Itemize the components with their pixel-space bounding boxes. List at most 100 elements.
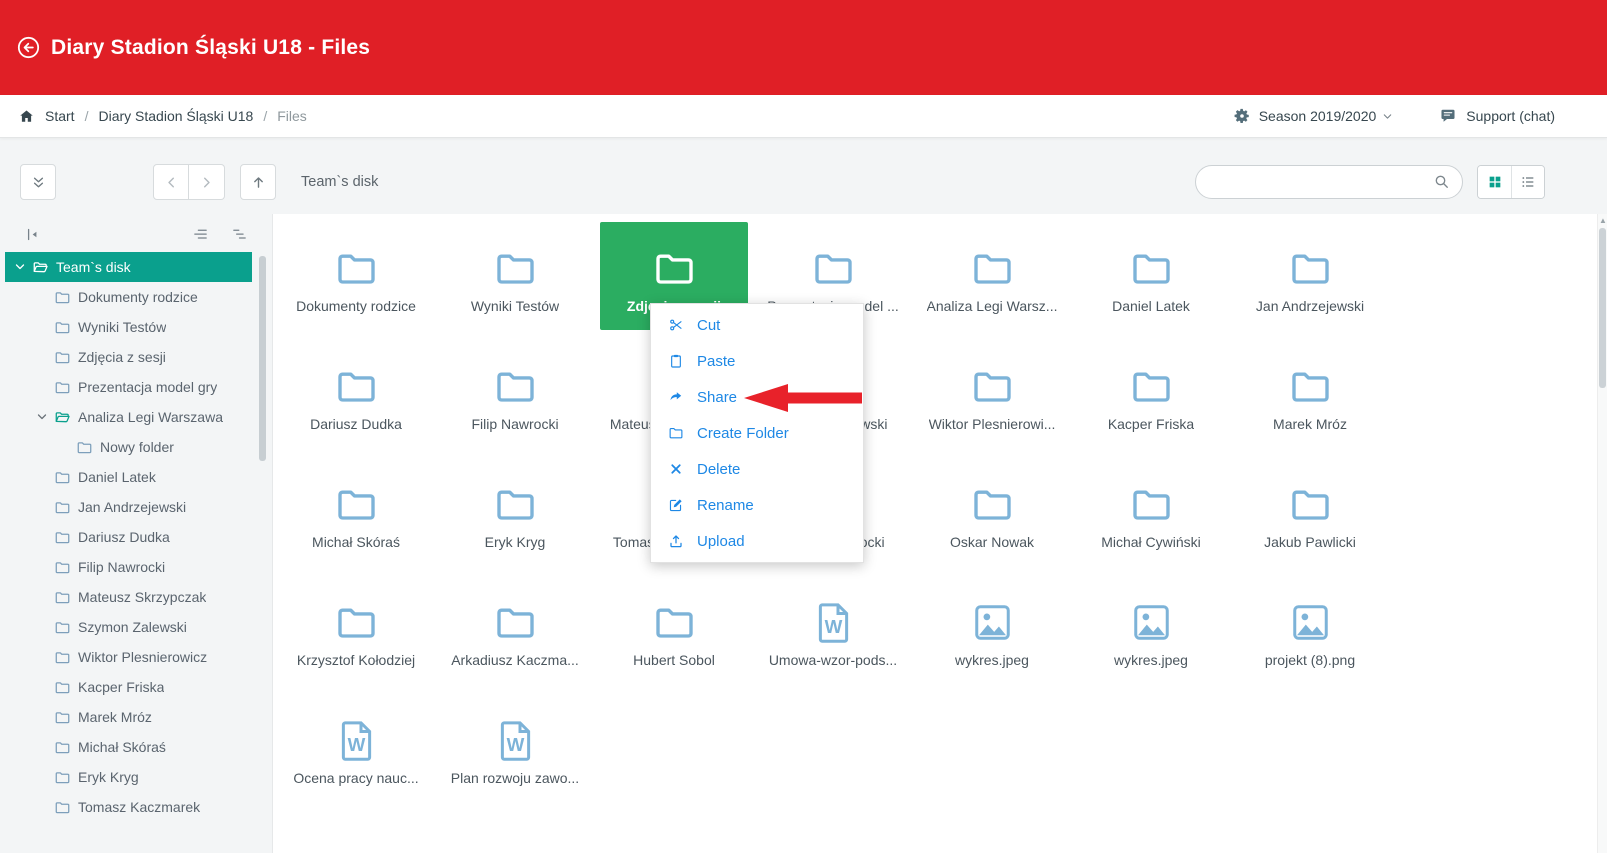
folder-tile-oskar-nowak[interactable]: Oskar Nowak: [918, 458, 1066, 566]
search-input[interactable]: [1195, 165, 1463, 199]
expand-toolbar-button[interactable]: [20, 164, 56, 200]
tile-label: projekt (8).png: [1265, 652, 1355, 668]
context-menu-item-paste[interactable]: Paste: [651, 343, 863, 379]
word-document-icon: W: [811, 593, 856, 645]
chevron-down-icon[interactable]: [14, 261, 32, 273]
chevron-down-icon[interactable]: [36, 411, 54, 423]
folder-tile-filip-nawrocki[interactable]: Filip Nawrocki: [441, 340, 589, 448]
tree-item-tomasz-kaczmarek[interactable]: Tomasz Kaczmarek: [5, 792, 252, 822]
grid-view-button[interactable]: [1478, 166, 1511, 198]
image-file-icon: [1288, 593, 1333, 645]
folder-tile-arkadiusz-kaczma[interactable]: Arkadiusz Kaczma...: [441, 576, 589, 684]
up-directory-button[interactable]: [240, 164, 276, 200]
forward-button[interactable]: [189, 164, 225, 200]
folder-tile-daniel-latek[interactable]: Daniel Latek: [1077, 222, 1225, 330]
context-menu-item-rename[interactable]: Rename: [651, 487, 863, 523]
menu-item-label: Create Folder: [697, 425, 789, 442]
file-tile-wykres-jpeg[interactable]: wykres.jpeg: [918, 576, 1066, 684]
folder-tile-hubert-sobol[interactable]: Hubert Sobol: [600, 576, 748, 684]
tree-item-jan-andrzejewski[interactable]: Jan Andrzejewski: [5, 492, 252, 522]
folder-tile-micha-cywi-ski[interactable]: Michał Cywiński: [1077, 458, 1225, 566]
context-menu: Cut Paste Share Create Folder Delete Rename Up…: [650, 303, 864, 563]
tree-item-analiza-legi-warszawa[interactable]: Analiza Legi Warszawa: [5, 402, 252, 432]
tree-item-eryk-kryg[interactable]: Eryk Kryg: [5, 762, 252, 792]
tree-item-label: Dokumenty rodzice: [78, 289, 198, 305]
main-scrollbar-thumb[interactable]: [1599, 228, 1606, 388]
tree-item-filip-nawrocki[interactable]: Filip Nawrocki: [5, 552, 252, 582]
folder-tile-analiza-legi-warsz[interactable]: Analiza Legi Warsz...: [918, 222, 1066, 330]
folder-tile-wiktor-plesnierowi[interactable]: Wiktor Plesnierowi...: [918, 340, 1066, 448]
breadcrumb-start[interactable]: Start: [45, 108, 75, 124]
file-grid: Dokumenty rodziceWyniki TestówZdjęcia z …: [273, 214, 1607, 802]
file-tile-umowa-wzor-pods[interactable]: WUmowa-wzor-pods...: [759, 576, 907, 684]
breadcrumb-team[interactable]: Diary Stadion Śląski U18: [98, 108, 253, 124]
folder-tile-eryk-kryg[interactable]: Eryk Kryg: [441, 458, 589, 566]
tree-item-marek-mr-z[interactable]: Marek Mróz: [5, 702, 252, 732]
tile-label: Dokumenty rodzice: [296, 298, 416, 314]
folder-tile-jakub-pawlicki[interactable]: Jakub Pawlicki: [1236, 458, 1384, 566]
support-link[interactable]: Support (chat): [1466, 108, 1555, 124]
folder-icon: [1129, 475, 1174, 527]
season-selector[interactable]: Season 2019/2020: [1259, 108, 1377, 124]
chat-icon[interactable]: [1439, 107, 1457, 125]
home-icon[interactable]: [18, 108, 35, 125]
tree-item-dariusz-dudka[interactable]: Dariusz Dudka: [5, 522, 252, 552]
folder-tile-micha-sk-ra[interactable]: Michał Skóraś: [282, 458, 430, 566]
folder-icon: [1288, 357, 1333, 409]
folder-tile-dokumenty-rodzice[interactable]: Dokumenty rodzice: [282, 222, 430, 330]
tree-item-wiktor-plesnierowicz[interactable]: Wiktor Plesnierowicz: [5, 642, 252, 672]
file-tile-plan-rozwoju-zawo[interactable]: WPlan rozwoju zawo...: [441, 694, 589, 802]
back-button[interactable]: [153, 164, 189, 200]
context-menu-item-create-folder[interactable]: Create Folder: [651, 415, 863, 451]
tree-item-szymon-zalewski[interactable]: Szymon Zalewski: [5, 612, 252, 642]
menu-item-label: Upload: [697, 533, 745, 550]
menu-item-label: Delete: [697, 461, 740, 478]
gear-icon[interactable]: [1233, 107, 1251, 125]
folder-tile-marek-mr-z[interactable]: Marek Mróz: [1236, 340, 1384, 448]
scrollbar-up-arrow[interactable]: ▲: [1599, 217, 1606, 225]
file-tile-ocena-pracy-nauc[interactable]: WOcena pracy nauc...: [282, 694, 430, 802]
context-menu-item-share[interactable]: Share: [651, 379, 863, 415]
tree-expand-all-icon[interactable]: [231, 226, 248, 243]
tile-label: Daniel Latek: [1112, 298, 1190, 314]
folder-icon: [54, 379, 78, 396]
tree-item-dokumenty-rodzice[interactable]: Dokumenty rodzice: [5, 282, 252, 312]
folder-tile-kacper-friska[interactable]: Kacper Friska: [1077, 340, 1225, 448]
folder-tree: Team`s disk Dokumenty rodzice Wyniki Testó…: [0, 250, 272, 822]
folder-icon: [811, 239, 856, 291]
folder-icon: [54, 289, 78, 306]
list-view-button[interactable]: [1511, 166, 1544, 198]
tree-item-micha-sk-ra[interactable]: Michał Skóraś: [5, 732, 252, 762]
folder-tile-dariusz-dudka[interactable]: Dariusz Dudka: [282, 340, 430, 448]
chevron-down-icon[interactable]: [1382, 111, 1393, 122]
search-icon[interactable]: [1433, 173, 1451, 191]
context-menu-item-upload[interactable]: Upload: [651, 523, 863, 559]
sidebar-scrollbar[interactable]: [259, 256, 266, 816]
menu-item-label: Paste: [697, 353, 735, 370]
context-menu-item-cut[interactable]: Cut: [651, 307, 863, 343]
page-title: Diary Stadion Śląski U18 - Files: [51, 36, 370, 60]
tree-item-kacper-friska[interactable]: Kacper Friska: [5, 672, 252, 702]
main-scrollbar[interactable]: ▲: [1597, 214, 1607, 853]
file-tile-projekt-8-png[interactable]: projekt (8).png: [1236, 576, 1384, 684]
tree-item-prezentacja-model-gry[interactable]: Prezentacja model gry: [5, 372, 252, 402]
tree-item-daniel-latek[interactable]: Daniel Latek: [5, 462, 252, 492]
collapse-sidebar-icon[interactable]: [24, 226, 41, 243]
tree-item-nowy-folder[interactable]: Nowy folder: [5, 432, 252, 462]
back-circle-icon[interactable]: [16, 35, 41, 60]
file-tile-wykres-jpeg[interactable]: wykres.jpeg: [1077, 576, 1225, 684]
tree-collapse-all-icon[interactable]: [192, 226, 209, 243]
folder-tile-wyniki-test-w[interactable]: Wyniki Testów: [441, 222, 589, 330]
folder-tile-jan-andrzejewski[interactable]: Jan Andrzejewski: [1236, 222, 1384, 330]
tile-label: Oskar Nowak: [950, 534, 1034, 550]
tree-item-mateusz-skrzypczak[interactable]: Mateusz Skrzypczak: [5, 582, 252, 612]
folder-tile-krzysztof-ko-odziej[interactable]: Krzysztof Kołodziej: [282, 576, 430, 684]
sidebar-scrollbar-thumb[interactable]: [259, 256, 266, 461]
tree-item-wyniki-test-w[interactable]: Wyniki Testów: [5, 312, 252, 342]
svg-text:W: W: [824, 615, 842, 636]
folder-open-icon: [54, 409, 78, 426]
context-menu-item-delete[interactable]: Delete: [651, 451, 863, 487]
word-document-icon: W: [334, 711, 379, 763]
tree-item-team-s-disk[interactable]: Team`s disk: [5, 252, 252, 282]
tree-item-zdj-cia-z-sesji[interactable]: Zdjęcia z sesji: [5, 342, 252, 372]
